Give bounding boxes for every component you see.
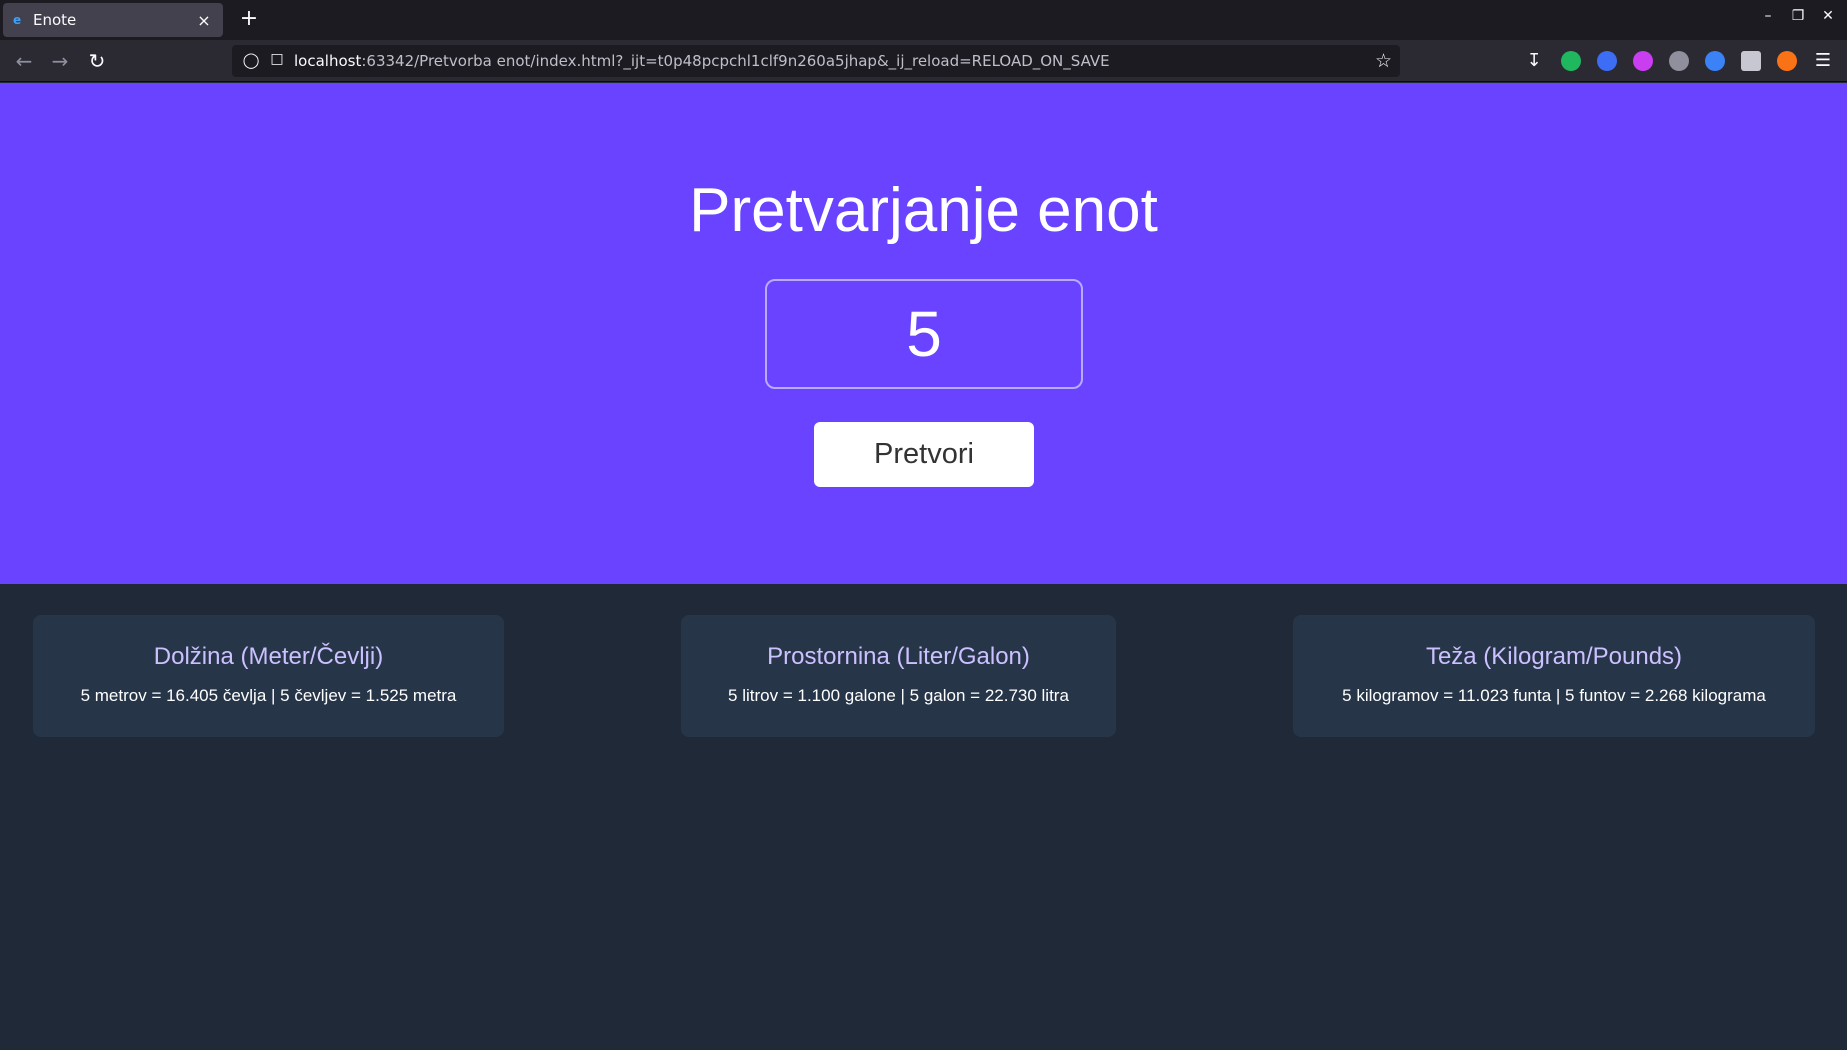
close-window-icon[interactable]: ✕ [1818, 8, 1838, 24]
extension-icon[interactable] [1597, 51, 1617, 71]
card-title: Teža (Kilogram/Pounds) [1425, 643, 1683, 670]
browser-tabbar: e Enote × + – ❐ ✕ [0, 0, 1847, 40]
card-title: Prostornina (Liter/Galon) [767, 643, 1030, 670]
convert-button[interactable]: Pretvori [814, 422, 1034, 487]
forward-icon[interactable]: → [48, 49, 72, 73]
value-input[interactable] [765, 279, 1083, 389]
extension-icon[interactable] [1669, 51, 1689, 71]
url-text[interactable]: localhost:63342/Pretvorba enot/index.htm… [294, 52, 1110, 70]
browser-navbar: ← → ↻ ◯ □ localhost:63342/Pretvorba enot… [0, 40, 1847, 82]
url-host: localhost [294, 52, 362, 70]
new-tab-button[interactable]: + [236, 7, 262, 33]
restore-icon[interactable]: ❐ [1788, 8, 1808, 24]
page-title: Pretvarjanje enot [689, 176, 1158, 245]
extension-icon[interactable] [1741, 51, 1761, 71]
volume-card: Prostornina (Liter/Galon) 5 litrov = 1.1… [681, 615, 1116, 737]
extension-icon[interactable] [1777, 51, 1797, 71]
minimize-icon[interactable]: – [1758, 8, 1778, 24]
hero-section: Pretvarjanje enot Pretvori [0, 83, 1847, 584]
address-bar[interactable]: ◯ □ localhost:63342/Pretvorba enot/index… [232, 45, 1400, 77]
download-icon[interactable]: ↧ [1524, 51, 1544, 71]
weight-card: Teža (Kilogram/Pounds) 5 kilogramov = 11… [1293, 615, 1815, 737]
reload-icon[interactable]: ↻ [85, 49, 109, 73]
card-result: 5 metrov = 16.405 čevlja | 5 čevljev = 1… [80, 686, 457, 705]
card-result: 5 litrov = 1.100 galone | 5 galon = 22.7… [728, 686, 1069, 705]
close-tab-icon[interactable]: × [195, 11, 213, 30]
tab-title: Enote [33, 11, 77, 29]
bookmark-star-icon[interactable]: ☆ [1375, 50, 1392, 72]
browser-tab[interactable]: e Enote × [3, 3, 223, 37]
page-icon[interactable]: □ [270, 51, 284, 71]
url-path: :63342/Pretvorba enot/index.html?_ijt=t0… [361, 52, 1110, 70]
extension-icon[interactable] [1633, 51, 1653, 71]
extension-icon[interactable] [1705, 51, 1725, 71]
card-result: 5 kilogramov = 11.023 funta | 5 funtov =… [1342, 686, 1766, 705]
menu-icon[interactable]: ☰ [1813, 51, 1833, 71]
length-card: Dolžina (Meter/Čevlji) 5 metrov = 16.405… [33, 615, 504, 737]
shield-icon[interactable]: ◯ [242, 51, 260, 71]
extension-icon[interactable] [1561, 51, 1581, 71]
card-title: Dolžina (Meter/Čevlji) [153, 643, 384, 670]
favicon-icon: e [13, 13, 22, 27]
back-icon[interactable]: ← [12, 49, 36, 73]
